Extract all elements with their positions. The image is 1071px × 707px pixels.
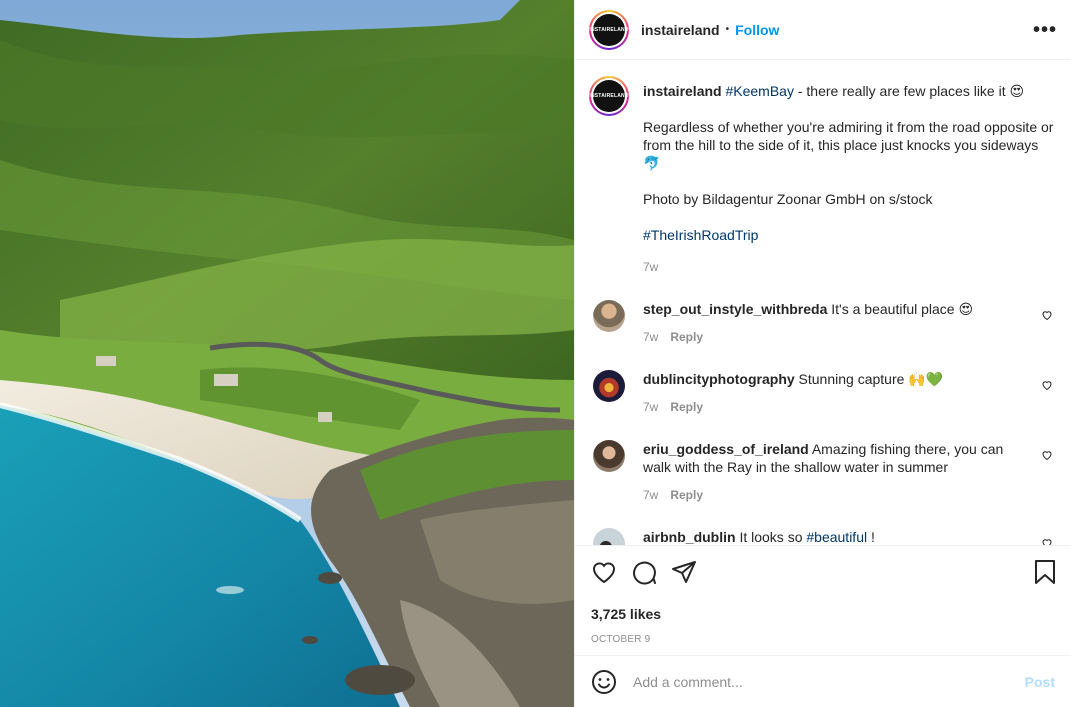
commenter-avatar[interactable]	[593, 440, 625, 472]
post-date[interactable]: OCTOBER 9	[591, 634, 1057, 645]
caption: INSTAIRELAND instaireland #KeemBay - the…	[589, 76, 1055, 276]
emoji-icon[interactable]	[591, 669, 617, 695]
small-heart-icon[interactable]	[1041, 308, 1053, 324]
reply-button[interactable]: Reply	[670, 488, 703, 502]
small-heart-icon[interactable]	[1041, 536, 1053, 545]
caption-line1: - there really are few places like it 😍	[793, 83, 1025, 99]
comment-username[interactable]: airbnb_dublin	[643, 529, 736, 545]
comment-time[interactable]: 7w	[643, 400, 658, 414]
separator-dot: •	[725, 24, 730, 35]
more-options-icon[interactable]: •••	[1033, 20, 1057, 40]
reply-button[interactable]: Reply	[670, 330, 703, 344]
comment-username[interactable]: eriu_goddess_of_ireland	[643, 441, 809, 457]
share-icon[interactable]	[671, 560, 697, 584]
caption-paragraph-3: Photo by Bildagentur Zoonar GmbH on s/st…	[643, 191, 933, 207]
caption-hashtag[interactable]: #KeemBay	[725, 83, 793, 99]
caption-paragraph-2: Regardless of whether you're admiring it…	[643, 119, 1054, 171]
follow-button[interactable]: Follow	[735, 22, 779, 38]
comments-list[interactable]: INSTAIRELAND instaireland #KeemBay - the…	[575, 60, 1071, 545]
comment-text: It looks so	[735, 529, 807, 545]
header-username[interactable]: instaireland	[641, 22, 720, 38]
avatar[interactable]: INSTAIRELAND	[589, 9, 629, 50]
comment-item: step_out_instyle_withbreda It's a beauti…	[589, 300, 1055, 346]
like-icon[interactable]	[591, 560, 617, 584]
comment-item: eriu_goddess_of_ireland Amazing fishing …	[589, 440, 1055, 504]
reply-button[interactable]: Reply	[670, 400, 703, 414]
avatar-logo: INSTAIRELAND	[589, 13, 628, 46]
small-heart-icon[interactable]	[1041, 448, 1053, 464]
caption-time[interactable]: 7w	[643, 260, 658, 274]
comment-input[interactable]	[633, 673, 1025, 690]
comment-text: It's a beautiful place 😍	[827, 301, 974, 317]
commenter-avatar[interactable]	[593, 528, 625, 545]
comment-username[interactable]: step_out_instyle_withbreda	[643, 301, 827, 317]
comment-hashtag[interactable]: #beautiful	[806, 529, 867, 545]
post-photo[interactable]	[0, 0, 574, 707]
caption-avatar-logo: INSTAIRELAND	[589, 80, 628, 112]
action-icons	[591, 558, 1057, 586]
post-button[interactable]: Post	[1025, 674, 1055, 690]
comment-icon[interactable]	[631, 559, 657, 585]
caption-avatar[interactable]: INSTAIRELAND	[589, 76, 629, 116]
caption-body: instaireland #KeemBay - there really are…	[643, 76, 1055, 276]
comment-text-tail: !	[867, 529, 875, 545]
save-icon[interactable]	[1033, 559, 1057, 585]
caption-hashtag-2[interactable]: #TheIrishRoadTrip	[643, 227, 758, 243]
commenter-avatar[interactable]	[593, 370, 625, 402]
post-side-panel: INSTAIRELAND instaireland • Follow ••• I…	[574, 0, 1071, 707]
likes-count[interactable]: 3,725 likes	[591, 606, 1057, 622]
caption-username[interactable]: instaireland	[643, 83, 722, 99]
keem-bay-landscape-image	[0, 0, 574, 707]
commenter-avatar[interactable]	[593, 300, 625, 332]
comment-item: dublincityphotography Stunning capture 🙌…	[589, 370, 1055, 416]
post-container: INSTAIRELAND instaireland • Follow ••• I…	[0, 0, 1071, 707]
comment-time[interactable]: 7w	[643, 488, 658, 502]
post-actions: 3,725 likes OCTOBER 9	[575, 545, 1071, 655]
add-comment-bar: Post	[575, 655, 1071, 707]
comment-username[interactable]: dublincityphotography	[643, 371, 795, 387]
comment-time[interactable]: 7w	[643, 330, 658, 344]
post-header: INSTAIRELAND instaireland • Follow •••	[575, 0, 1071, 60]
comment-text: Stunning capture 🙌💚	[794, 371, 944, 387]
small-heart-icon[interactable]	[1041, 378, 1053, 394]
comment-item: airbnb_dublin It looks so #beautiful !	[589, 528, 1055, 545]
